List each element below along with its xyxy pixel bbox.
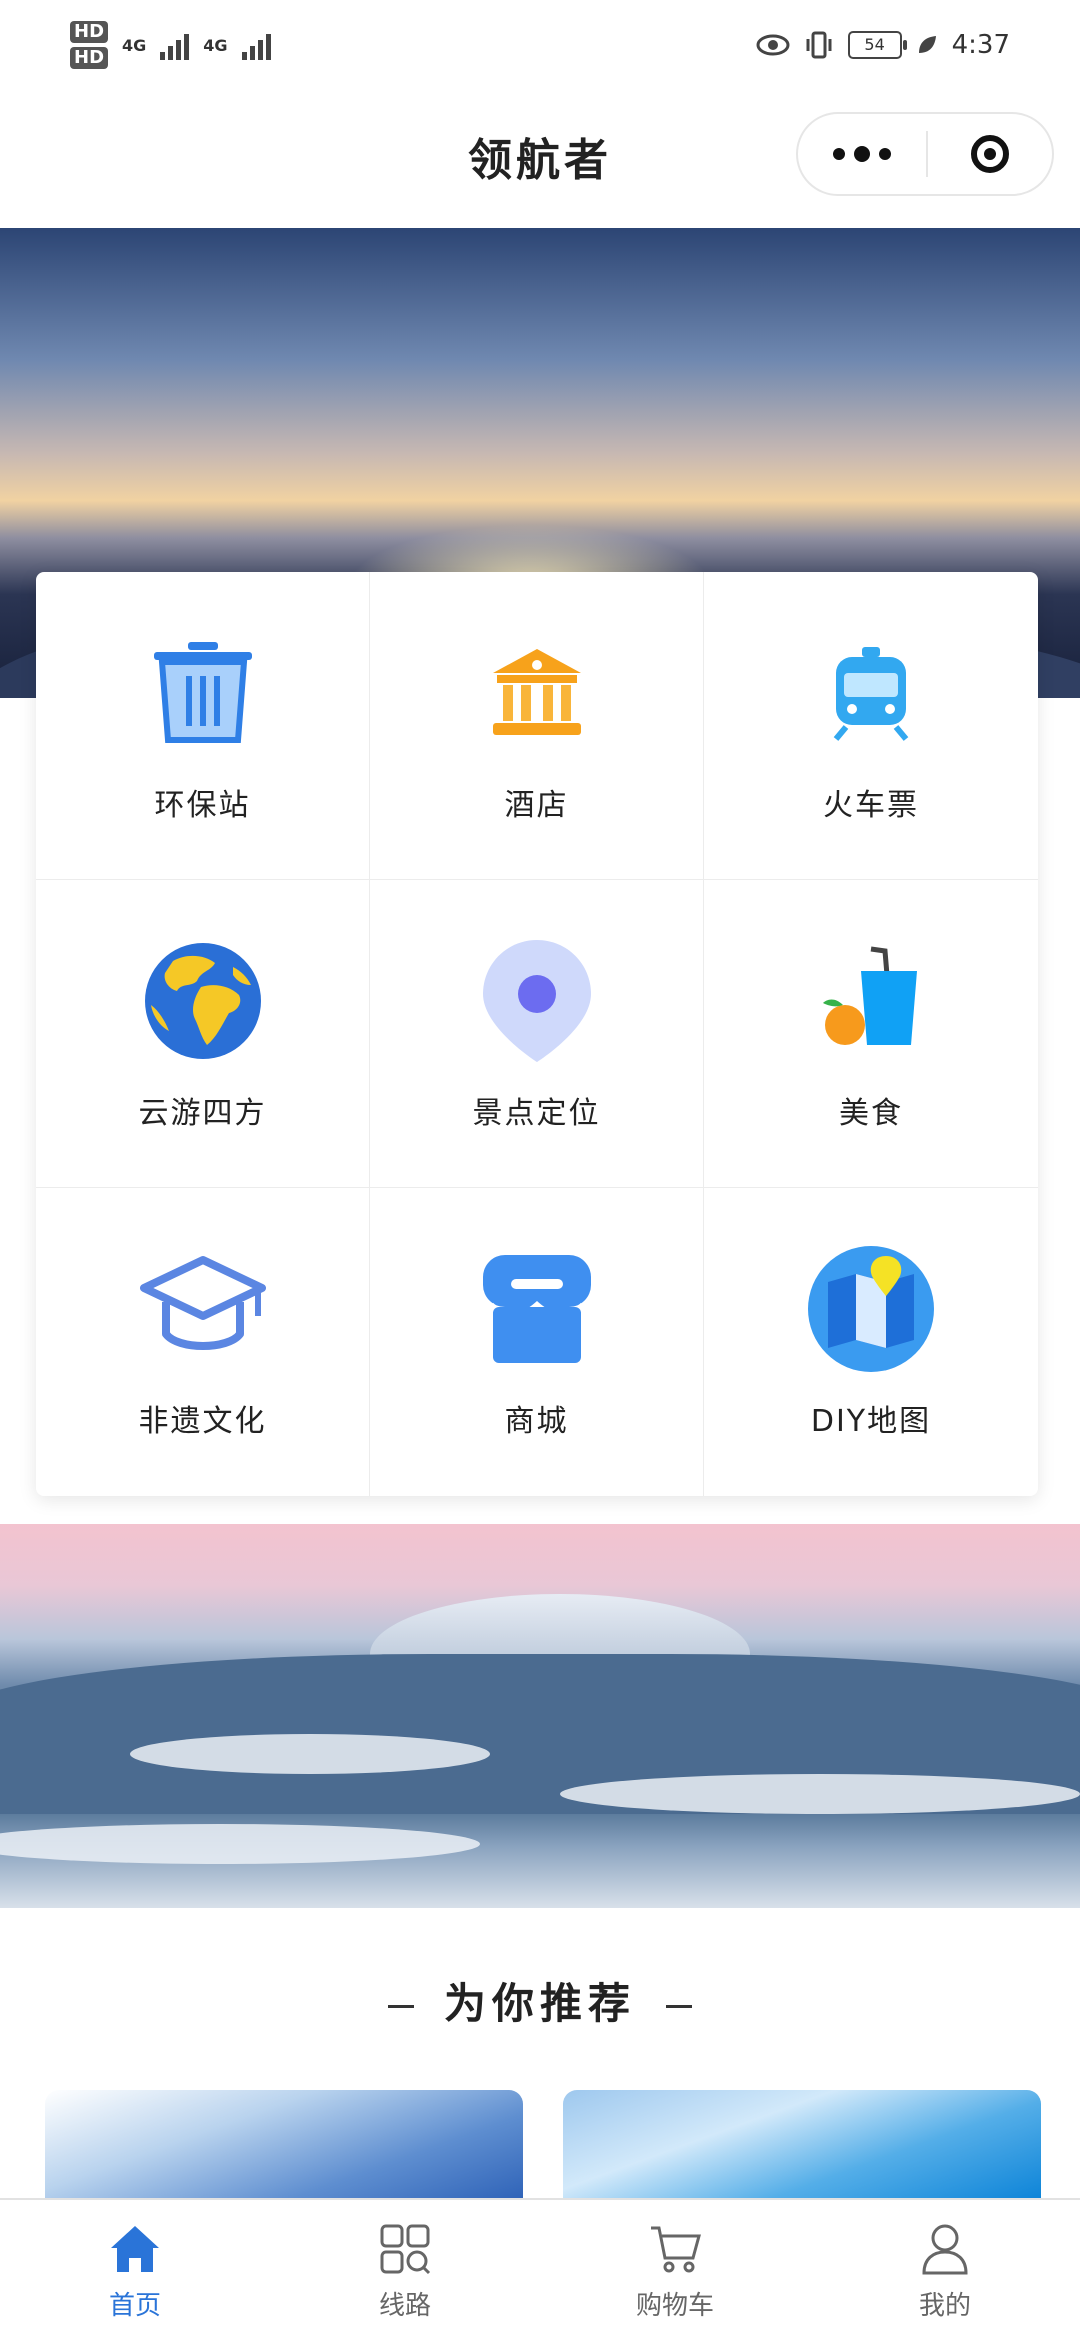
mini-program-capsule [796, 112, 1054, 196]
heading-dash [387, 2005, 414, 2008]
more-dot [879, 148, 891, 160]
more-button[interactable] [798, 114, 926, 194]
cloud-shape [0, 1824, 480, 1864]
hd1-label: HD [70, 21, 109, 43]
network-label-2: 4G [203, 35, 228, 55]
menu-label: 酒店 [504, 787, 569, 823]
tab-label: 线路 [378, 2290, 431, 2321]
tab-cart[interactable]: 购物车 [540, 2200, 810, 2342]
status-right: 54 4:37 [756, 30, 1010, 60]
tab-profile[interactable]: 我的 [810, 2200, 1080, 2342]
trash-bin-icon [138, 628, 268, 758]
cart-icon [647, 2221, 703, 2277]
tab-label: 我的 [918, 2290, 971, 2321]
menu-label: 商城 [504, 1404, 569, 1439]
tab-bar: 首页 线路 购物车 我的 [0, 2198, 1080, 2342]
hd2-label: HD [70, 47, 109, 69]
menu-item-heritage-culture[interactable]: 非遗文化 [36, 1188, 370, 1496]
food-drink-icon [806, 936, 936, 1066]
recommend-card[interactable] [45, 2090, 523, 2200]
user-icon [917, 2221, 973, 2277]
menu-item-eco-station[interactable]: 环保站 [36, 572, 370, 880]
cloud-shape [130, 1734, 490, 1774]
tab-label: 购物车 [635, 2290, 714, 2321]
menu-label: 景点定位 [472, 1095, 601, 1131]
menu-label: 火车票 [823, 787, 919, 823]
more-dot [854, 146, 870, 162]
signal-icon [241, 30, 271, 60]
menu-item-food[interactable]: 美食 [704, 880, 1038, 1188]
heading-dash [666, 2005, 692, 2008]
battery-level: 54 [864, 35, 885, 54]
signal-icon [160, 30, 190, 60]
train-icon [806, 628, 936, 758]
grid-search-icon [377, 2221, 433, 2277]
nav-bar: 领航者 [0, 90, 1080, 220]
recommend-card[interactable] [563, 2090, 1041, 2200]
status-left: HD HD 4G 4G [70, 21, 271, 69]
cloud-shape [560, 1774, 1080, 1814]
close-button[interactable] [928, 135, 1052, 173]
map-icon [806, 1244, 936, 1374]
menu-item-train-ticket[interactable]: 火车票 [704, 572, 1038, 880]
tab-routes[interactable]: 线路 [270, 2200, 540, 2342]
vibrate-icon [806, 31, 832, 59]
target-icon [971, 135, 1009, 173]
battery-icon: 54 [847, 31, 907, 59]
graduation-cap-icon [138, 1244, 268, 1374]
menu-label: 美食 [839, 1095, 903, 1131]
menu-item-diy-map[interactable]: DIY地图 [704, 1188, 1038, 1496]
hd-indicator: HD HD [70, 21, 109, 69]
eye-icon [756, 34, 790, 56]
leaf-icon [918, 36, 936, 53]
network-label-1: 4G [122, 35, 147, 55]
menu-label: 环保站 [154, 787, 251, 823]
tab-home[interactable]: 首页 [0, 2200, 270, 2342]
menu-item-scenic-location[interactable]: 景点定位 [370, 880, 704, 1188]
scenery-banner[interactable] [0, 1524, 1080, 1908]
recommend-heading: 为你推荐 [0, 1970, 1080, 2031]
menu-grid: 环保站 酒店 火车票 云游四方 景点定位 美食 非遗文化 商城 DIY地图 [36, 572, 1038, 1496]
menu-label: 云游四方 [138, 1095, 267, 1131]
menu-item-cloud-tour[interactable]: 云游四方 [36, 880, 370, 1188]
globe-icon [138, 936, 268, 1066]
clock: 4:37 [951, 30, 1010, 60]
menu-label: DIY地图 [810, 1404, 932, 1439]
store-icon [472, 1244, 602, 1374]
home-icon [107, 2221, 163, 2277]
location-pin-icon [472, 936, 602, 1066]
menu-item-hotel[interactable]: 酒店 [370, 572, 704, 880]
menu-item-mall[interactable]: 商城 [370, 1188, 704, 1496]
status-bar: HD HD 4G 4G 54 4:37 [0, 0, 1080, 90]
more-dot [833, 148, 845, 160]
hotel-building-icon [472, 628, 602, 758]
menu-label: 非遗文化 [138, 1404, 267, 1439]
tab-label: 首页 [108, 2290, 161, 2321]
recommend-title: 为你推荐 [443, 1979, 636, 2028]
